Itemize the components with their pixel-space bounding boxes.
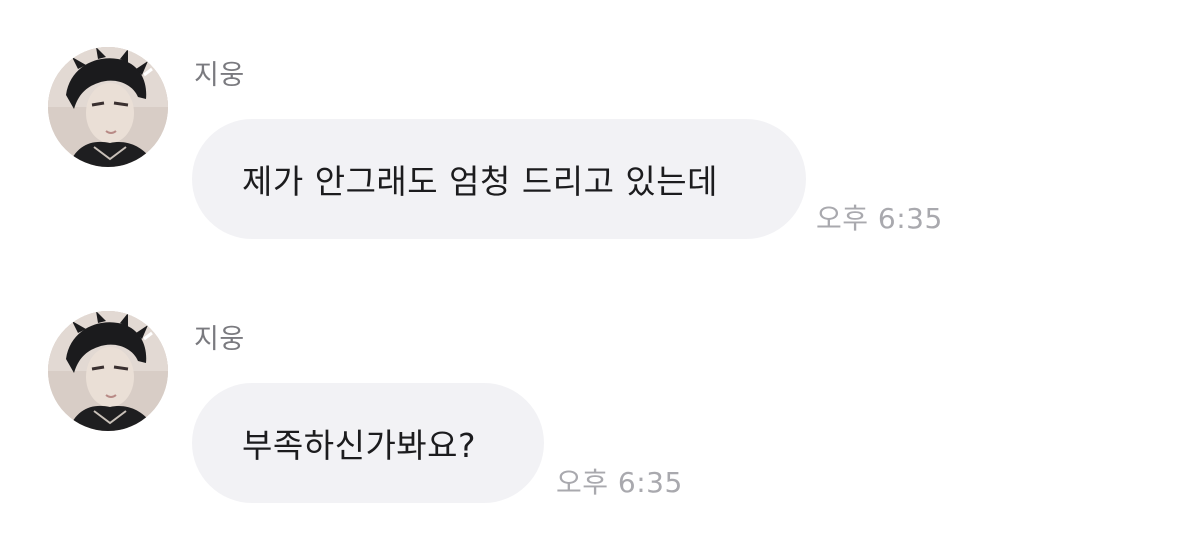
sender-name: 지웅 xyxy=(194,324,245,355)
profile-photo-icon xyxy=(48,311,168,431)
avatar[interactable] xyxy=(48,311,168,431)
message-timestamp: 오후 6:35 xyxy=(556,466,683,499)
message-row: 지웅 부족하신가봐요? 오후 6:35 xyxy=(0,0,1179,560)
message-bubble[interactable]: 부족하신가봐요? xyxy=(192,383,544,503)
